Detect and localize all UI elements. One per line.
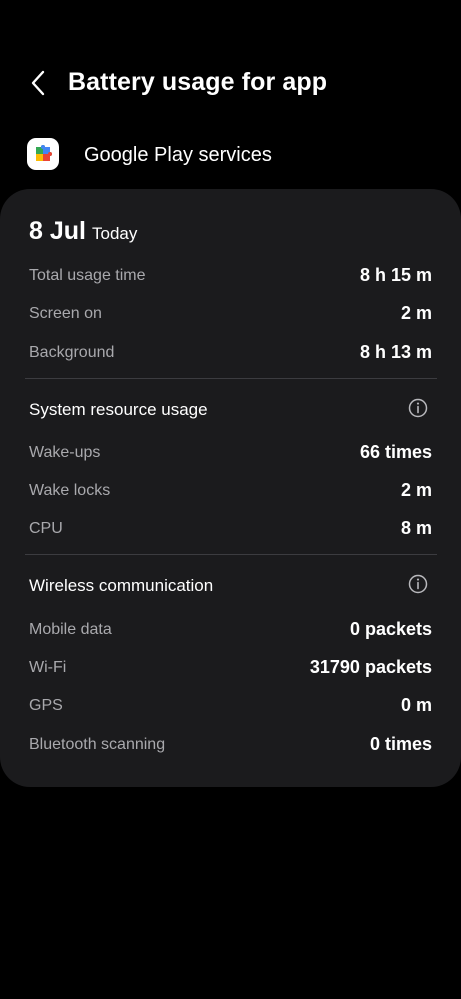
row-value: 66 times <box>359 442 432 462</box>
resource-row-wake-locks: Wake locks 2 m <box>29 478 432 504</box>
app-bar: Battery usage for app <box>0 58 461 110</box>
back-arrow-icon <box>31 70 45 96</box>
row-label: Background <box>29 344 115 361</box>
row-value: 0 times <box>369 734 432 754</box>
app-name: Google Play services <box>84 144 272 166</box>
row-label: GPS <box>29 697 63 714</box>
row-label: Total usage time <box>29 267 146 284</box>
section-divider <box>25 554 437 555</box>
row-value: 0 packets <box>349 619 432 639</box>
info-icon[interactable] <box>406 396 430 420</box>
row-value: 8 h 13 m <box>359 342 432 362</box>
row-label: Bluetooth scanning <box>29 736 166 753</box>
usage-row-screen-on: Screen on 2 m <box>29 301 432 327</box>
section-divider <box>25 378 437 379</box>
info-icon[interactable] <box>406 572 430 596</box>
date-label: Today <box>91 224 138 243</box>
usage-card: 8 Jul Today Total usage time 8 h 15 m Scr… <box>0 189 461 787</box>
wireless-row-bluetooth-scanning: Bluetooth scanning 0 times <box>29 732 432 758</box>
google-play-services-icon <box>27 138 59 170</box>
row-value: 0 m <box>400 695 432 715</box>
wireless-header: Wireless communication <box>29 571 432 599</box>
row-label: Mobile data <box>29 621 112 638</box>
date-value: 8 Jul <box>29 217 86 245</box>
wireless-row-mobile-data: Mobile data 0 packets <box>29 617 432 643</box>
section-title: Wireless communication <box>29 576 214 595</box>
resource-row-wakeups: Wake-ups 66 times <box>29 440 432 466</box>
resource-row-cpu: CPU 8 m <box>29 516 432 542</box>
wireless-row-gps: GPS 0 m <box>29 693 432 719</box>
row-value: 8 h 15 m <box>359 265 432 285</box>
usage-row-background: Background 8 h 13 m <box>29 340 432 366</box>
row-value: 31790 packets <box>309 657 432 677</box>
date-header: 8 Jul Today <box>29 217 137 246</box>
row-label: Wake locks <box>29 482 111 499</box>
row-label: Wake-ups <box>29 444 101 461</box>
row-value: 2 m <box>400 480 432 500</box>
row-label: Screen on <box>29 305 102 322</box>
app-info-row: Google Play services <box>0 133 461 177</box>
wireless-row-wifi: Wi-Fi 31790 packets <box>29 655 432 681</box>
row-label: CPU <box>29 520 63 537</box>
section-title: System resource usage <box>29 400 208 419</box>
row-value: 8 m <box>400 518 432 538</box>
page-title: Battery usage for app <box>68 68 328 96</box>
row-label: Wi-Fi <box>29 659 67 676</box>
row-value: 2 m <box>400 303 432 323</box>
back-button[interactable] <box>22 66 56 100</box>
system-resource-header: System resource usage <box>29 395 432 423</box>
usage-row-total: Total usage time 8 h 15 m <box>29 263 432 289</box>
